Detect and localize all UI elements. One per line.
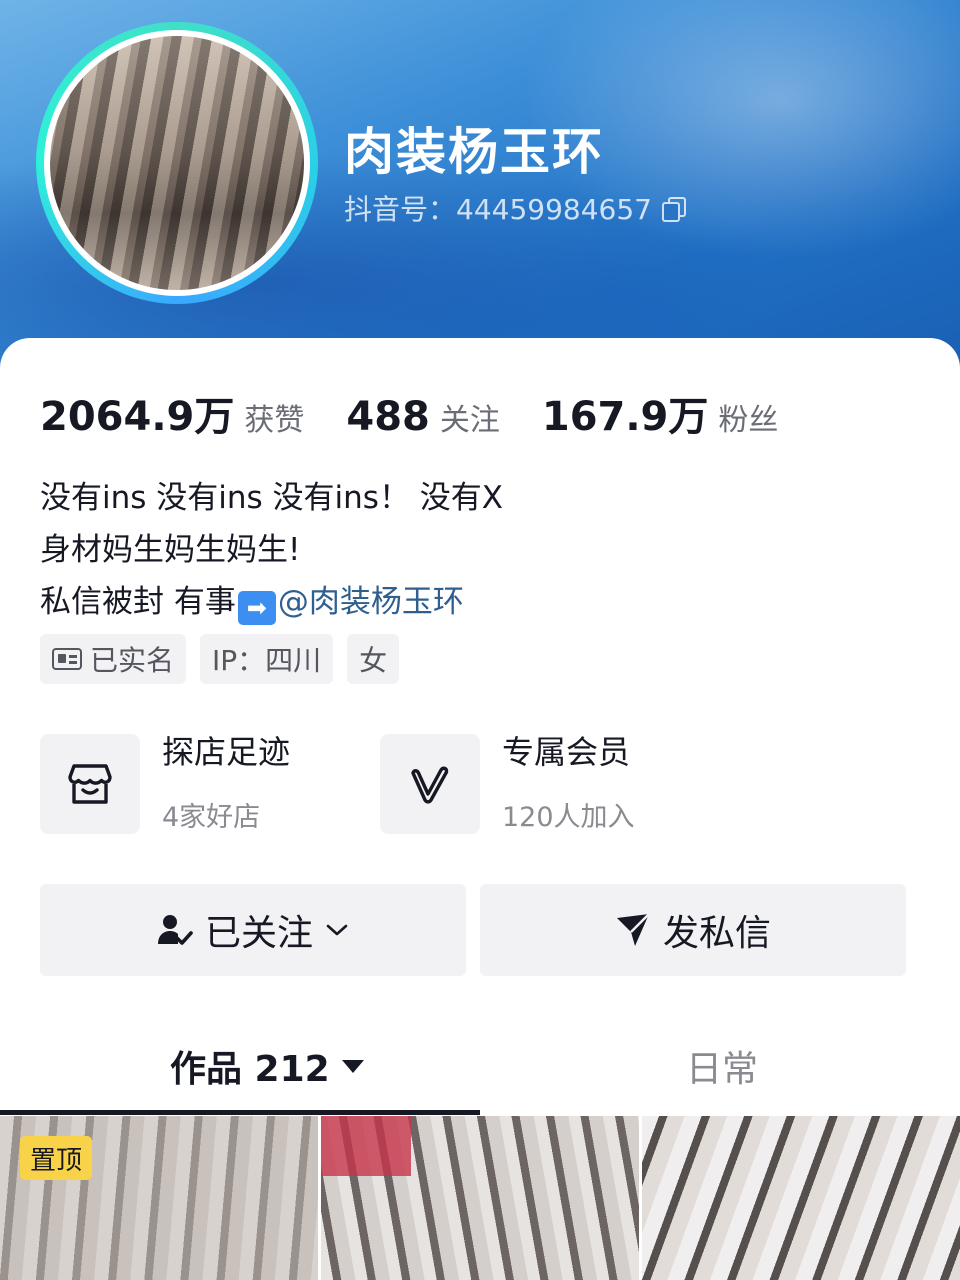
feature-membership-icon-box (380, 734, 480, 834)
tab-works[interactable]: 作品 212 (170, 1040, 364, 1092)
douyin-id-row[interactable]: 抖音号：44459984657 (344, 188, 686, 228)
stat-followers[interactable]: 167.9万 粉丝 (542, 384, 779, 442)
stat-followers-label: 粉丝 (718, 403, 779, 438)
stat-following[interactable]: 488 关注 (346, 394, 500, 440)
stat-following-label: 关注 (439, 403, 500, 438)
copy-icon[interactable] (661, 197, 686, 222)
feature-store-subtitle: 4家好店 (162, 801, 261, 833)
feature-membership-text: 专属会员 120人加入 (502, 733, 635, 834)
stat-likes-value: 2064.9万 (40, 394, 235, 440)
send-message-button[interactable]: 发私信 (480, 884, 906, 976)
tab-works-label: 作品 212 (170, 1049, 330, 1090)
post-thumbnail[interactable]: 置顶 (0, 1116, 318, 1280)
send-message-label: 发私信 (662, 913, 771, 954)
bio-line-2: 身材妈生妈生妈生! (40, 532, 301, 568)
bio-line-3-text: 私信被封 有事 (40, 584, 236, 620)
bio: 没有ins 没有ins 没有ins！ 没有X 身材妈生妈生妈生! 私信被封 有事… (40, 472, 503, 628)
stat-following-value: 488 (346, 394, 430, 440)
caret-down-icon (341, 1059, 364, 1073)
tag-ip-label: IP：四川 (212, 644, 322, 677)
post-thumbnail[interactable] (321, 1116, 639, 1280)
feature-store-title: 探店足迹 (162, 732, 291, 771)
feature-membership-title: 专属会员 (502, 732, 631, 771)
tag-gender-label: 女 (359, 644, 388, 677)
bio-line-3: 私信被封 有事 ➡ @肉装杨玉环 (40, 576, 503, 628)
send-icon (616, 913, 650, 946)
feature-membership[interactable]: 专属会员 120人加入 (380, 733, 635, 834)
stat-followers-value: 167.9万 (541, 394, 709, 440)
post-thumbnail[interactable] (642, 1116, 960, 1280)
avatar[interactable] (44, 30, 310, 296)
store-icon (68, 764, 112, 804)
following-button-label: 已关注 (204, 913, 313, 954)
bio-line-1: 没有ins 没有ins 没有ins！ 没有X (40, 480, 504, 516)
profile-name: 肉装杨玉环 (344, 123, 604, 181)
feature-store-icon-box (40, 734, 140, 834)
following-button[interactable]: 已关注 (40, 884, 466, 976)
stat-likes-label: 获赞 (244, 403, 305, 438)
stat-likes[interactable]: 2064.9万 获赞 (40, 384, 304, 442)
feature-store-visits[interactable]: 探店足迹 4家好店 (40, 733, 290, 834)
tab-active-indicator (0, 1110, 480, 1115)
v-member-icon (411, 766, 449, 804)
tab-daily[interactable]: 日常 (686, 1040, 758, 1092)
user-check-icon (157, 915, 193, 945)
arrow-right-emoji-icon: ➡ (237, 591, 276, 625)
bio-mention-link[interactable]: @肉装杨玉环 (278, 584, 464, 620)
tag-ip-location: IP：四川 (200, 634, 334, 684)
chevron-down-icon (326, 924, 348, 936)
tag-verified-label: 已实名 (90, 644, 175, 677)
avatar-ring[interactable] (36, 22, 318, 304)
tag-verified[interactable]: 已实名 (40, 634, 187, 684)
id-card-icon (52, 648, 82, 670)
pinned-badge: 置顶 (20, 1136, 93, 1180)
douyin-id-text: 抖音号：44459984657 (344, 193, 652, 226)
feature-store-text: 探店足迹 4家好店 (162, 733, 290, 834)
tag-gender: 女 (347, 634, 400, 684)
profile-tags: 已实名 IP：四川 女 (40, 634, 400, 684)
stats-row: 2064.9万 获赞 488 关注 167.9万 粉丝 (40, 384, 820, 442)
feature-membership-subtitle: 120人加入 (502, 801, 635, 833)
tab-daily-label: 日常 (686, 1049, 759, 1090)
